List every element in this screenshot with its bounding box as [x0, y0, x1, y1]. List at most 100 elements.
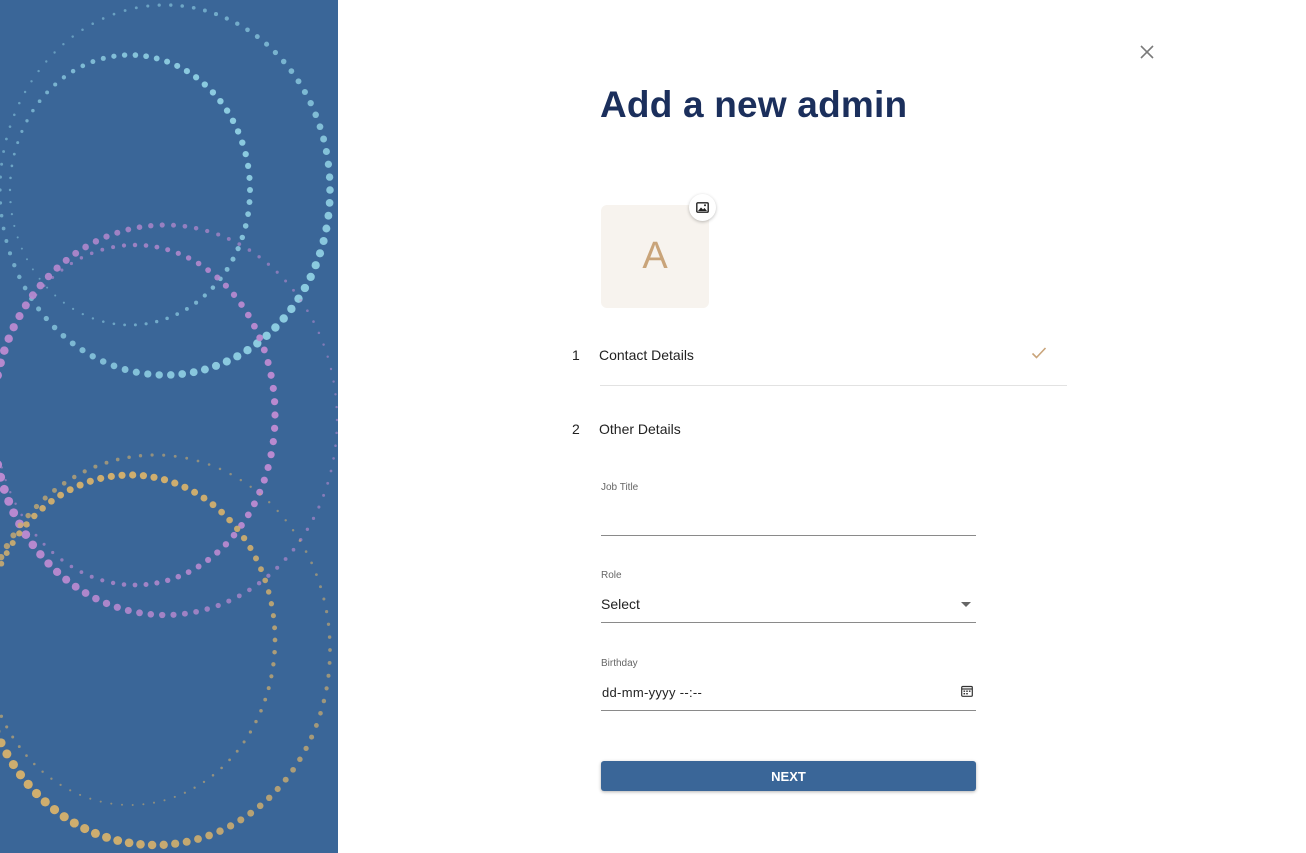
decorative-dot — [171, 839, 180, 848]
decorative-dot — [37, 69, 40, 73]
decorative-dot — [317, 331, 321, 335]
decorative-dot — [169, 3, 173, 7]
upload-photo-button[interactable] — [689, 194, 716, 221]
decorative-dot — [183, 68, 190, 75]
decorative-dot — [211, 774, 215, 777]
decorative-dot — [129, 471, 137, 479]
decorative-dot — [112, 12, 116, 16]
decorative-dot — [257, 255, 261, 259]
decorative-dot — [307, 99, 314, 107]
decorative-dot — [249, 485, 252, 489]
decorative-dot — [59, 783, 62, 787]
decorative-dot — [20, 129, 24, 133]
decorative-dot — [270, 613, 276, 619]
decorative-dot — [223, 107, 231, 114]
close-icon — [1140, 45, 1154, 59]
decorative-dot — [16, 236, 19, 239]
birthday-input[interactable]: Birthday dd-mm-yyyy --:-- — [601, 658, 976, 711]
decorative-dot — [2, 749, 12, 759]
decorative-dot — [260, 476, 268, 484]
decorative-dot — [72, 249, 80, 257]
decorative-dot — [97, 474, 105, 482]
step-other-details[interactable]: 2 Other Details — [572, 421, 1067, 441]
role-label: Role — [601, 570, 622, 581]
decorative-dot — [291, 528, 295, 532]
decorative-dot — [332, 380, 335, 383]
decorative-dot — [266, 262, 271, 266]
decorative-dot — [287, 304, 296, 314]
decorative-dot — [34, 533, 38, 537]
decorative-dot — [312, 320, 315, 323]
decorative-dot — [234, 128, 242, 135]
decorative-dot — [42, 542, 46, 546]
decorative-dot — [155, 371, 163, 379]
decorative-dot — [143, 582, 149, 587]
decorative-dot — [301, 88, 308, 96]
decorative-dot — [284, 279, 288, 283]
role-select[interactable]: Role Select — [601, 570, 976, 623]
step-contact-details[interactable]: 1 Contact Details — [572, 347, 1067, 367]
decorative-dot — [31, 512, 38, 520]
decorative-dot — [8, 188, 12, 192]
decorative-dot — [193, 225, 199, 231]
decorative-dot — [265, 589, 272, 595]
decorative-dot — [125, 226, 132, 233]
decorative-dot — [132, 242, 138, 248]
decorative-dot — [300, 283, 310, 293]
decorative-dot — [291, 547, 296, 552]
decorative-dot — [283, 557, 288, 561]
decorative-dot — [53, 82, 58, 87]
calendar-icon[interactable] — [961, 685, 973, 697]
decorative-dot — [163, 799, 166, 802]
decorative-dot — [14, 502, 17, 506]
close-button[interactable] — [1136, 41, 1158, 63]
decorative-dot — [202, 780, 206, 784]
decorative-dot — [102, 832, 111, 842]
decorative-dot — [0, 472, 6, 482]
decorative-dot — [165, 577, 171, 583]
decorative-dot — [233, 525, 241, 533]
decorative-dot — [62, 42, 65, 46]
decorative-dot — [316, 123, 324, 131]
decorative-dot — [259, 493, 262, 496]
step-label: Other Details — [599, 421, 681, 437]
next-button[interactable]: NEXT — [601, 761, 976, 791]
decorative-dot — [294, 294, 303, 303]
decorative-dot — [17, 522, 24, 529]
decorative-dot — [226, 516, 233, 524]
decorative-dot — [315, 249, 325, 258]
decorative-dot — [0, 371, 2, 379]
decorative-dot — [37, 99, 42, 104]
decorative-dot — [44, 272, 53, 281]
decorative-dot — [256, 334, 264, 342]
decorative-dot — [322, 493, 326, 497]
decorative-dot — [104, 460, 109, 465]
decorative-dot — [239, 139, 246, 146]
decorative-dot — [247, 544, 254, 552]
decorative-dot — [9, 200, 12, 204]
decorative-dot — [152, 801, 156, 804]
decorative-dot — [10, 164, 14, 168]
decorative-dot — [224, 16, 229, 21]
decorative-dot — [334, 393, 337, 396]
decorative-dot — [230, 256, 236, 262]
decorative-dot — [27, 303, 30, 306]
decorative-dot — [110, 580, 116, 586]
decorative-dot — [226, 236, 231, 241]
decorative-dot — [91, 317, 95, 320]
decorative-dot — [123, 323, 127, 327]
decorative-dot — [315, 573, 318, 576]
decorative-dot — [191, 488, 199, 496]
job-title-input[interactable] — [601, 496, 980, 528]
decorative-dot — [182, 837, 191, 846]
decorative-dot — [200, 494, 208, 502]
decorative-dot — [313, 722, 319, 728]
decorative-dot — [297, 756, 303, 763]
decorative-dot — [9, 176, 12, 180]
decorative-dot — [329, 469, 333, 473]
decorative-dot — [5, 137, 8, 141]
decorative-dot — [280, 58, 287, 65]
decorative-dot — [53, 264, 61, 272]
decorative-dot — [217, 98, 224, 105]
decorative-dot — [235, 245, 241, 252]
